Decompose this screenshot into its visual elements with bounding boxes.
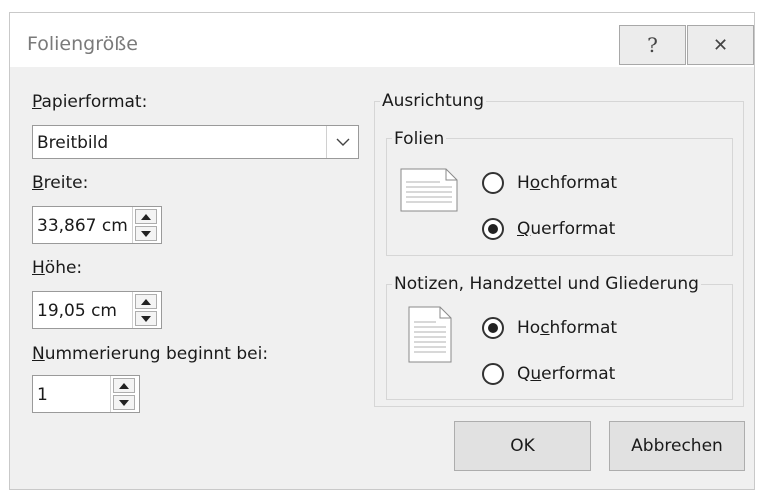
papierformat-value: Breitbild [37, 133, 109, 153]
chevron-down-icon[interactable] [326, 126, 358, 158]
triangle-up-icon [119, 382, 129, 389]
hoehe-label: Höhe: [32, 258, 83, 278]
triangle-up-icon [141, 298, 151, 305]
landscape-page-icon [400, 168, 458, 212]
help-button[interactable]: ? [619, 25, 686, 65]
radio-unchecked-icon[interactable] [482, 363, 504, 385]
slide-size-dialog: Foliengröße ? ✕ Papierformat: Breitbild … [9, 12, 755, 490]
close-button[interactable]: ✕ [687, 25, 754, 65]
ausrichtung-title: Ausrichtung [380, 91, 487, 111]
notizen-title: Notizen, Handzettel und Gliederung [392, 274, 701, 294]
folien-hochformat-radio[interactable]: Hochformat [482, 172, 617, 194]
hoehe-stepper[interactable]: 19,05 cm [32, 291, 162, 329]
breite-down-button[interactable] [135, 226, 157, 241]
notizen-hochformat-radio[interactable]: Hochformat [482, 317, 617, 339]
nummerierung-stepper[interactable]: 1 [32, 375, 140, 413]
radio-checked-icon[interactable] [482, 317, 504, 339]
folien-hochformat-label: Hochformat [517, 173, 618, 193]
ok-button[interactable]: OK [454, 421, 591, 471]
title-bar: Foliengröße ? ✕ [10, 13, 754, 67]
notizen-querformat-label: Querformat [517, 364, 616, 384]
nummerierung-value[interactable]: 1 [37, 385, 107, 405]
help-icon: ? [647, 33, 658, 57]
triangle-down-icon [141, 230, 151, 237]
hoehe-value[interactable]: 19,05 cm [37, 301, 133, 321]
hoehe-down-button[interactable] [135, 311, 157, 326]
notizen-hochformat-label: Hochformat [517, 318, 618, 338]
nummerierung-spin-buttons [110, 376, 139, 412]
breite-stepper[interactable]: 33,867 cm [32, 206, 162, 244]
papierformat-select[interactable]: Breitbild [32, 125, 359, 159]
cancel-button[interactable]: Abbrechen [609, 421, 745, 471]
breite-spin-buttons [132, 207, 161, 243]
folien-querformat-label: Querformat [517, 219, 616, 239]
folien-title: Folien [392, 129, 447, 149]
triangle-up-icon [141, 213, 151, 220]
nummerierung-up-button[interactable] [113, 378, 135, 393]
notizen-querformat-radio[interactable]: Querformat [482, 363, 615, 385]
close-icon: ✕ [712, 34, 729, 56]
nummerierung-label: Nummerierung beginnt bei: [32, 344, 269, 364]
papierformat-label: Papierformat: [32, 92, 148, 112]
hoehe-spin-buttons [132, 292, 161, 328]
radio-unchecked-icon[interactable] [482, 172, 504, 194]
dialog-title: Foliengröße [27, 33, 138, 55]
nummerierung-down-button[interactable] [113, 395, 135, 410]
breite-value[interactable]: 33,867 cm [37, 216, 133, 236]
triangle-down-icon [119, 399, 129, 406]
radio-checked-icon[interactable] [482, 218, 504, 240]
triangle-down-icon [141, 315, 151, 322]
portrait-page-icon [408, 306, 452, 363]
folien-querformat-radio[interactable]: Querformat [482, 218, 615, 240]
breite-up-button[interactable] [135, 209, 157, 224]
hoehe-up-button[interactable] [135, 294, 157, 309]
breite-label: Breite: [32, 173, 89, 193]
